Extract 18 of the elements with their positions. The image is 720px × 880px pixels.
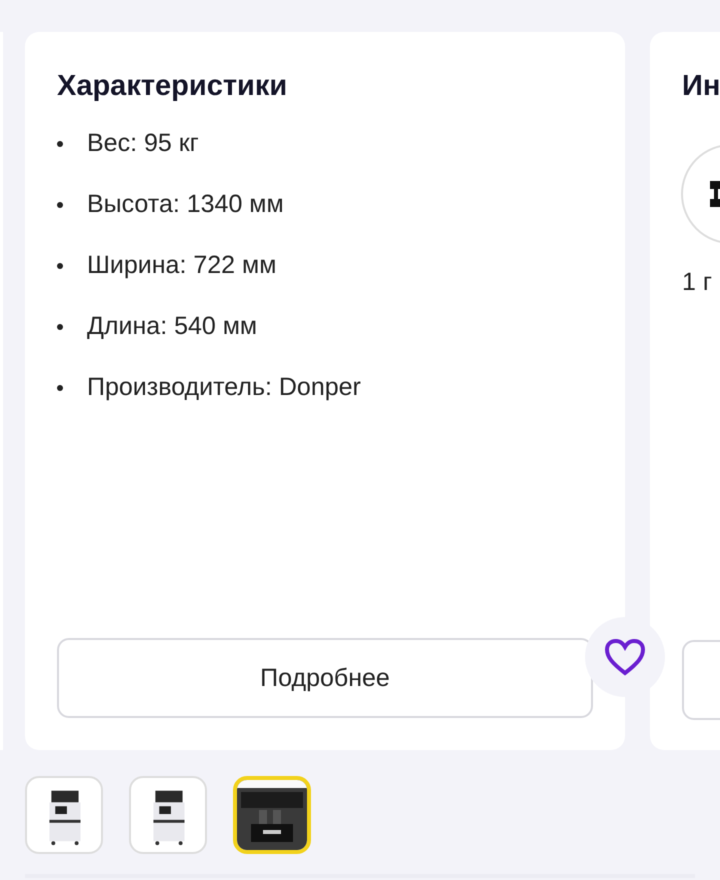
spec-text: Вес: 95 кг xyxy=(87,129,199,158)
bullet-icon xyxy=(57,324,63,330)
spec-text: Высота: 1340 мм xyxy=(87,190,284,219)
spec-text: Производитель: Donper xyxy=(87,373,361,402)
caption-text: 1 г xyxy=(682,268,712,297)
bullet-icon xyxy=(57,384,63,390)
card-title: Ин xyxy=(682,70,720,103)
spec-text: Длина: 540 мм xyxy=(87,312,258,341)
bullet-icon xyxy=(57,262,63,268)
thumbnail[interactable] xyxy=(233,776,311,854)
bullet-icon xyxy=(57,202,63,208)
spec-text: Ширина: 722 мм xyxy=(87,251,276,280)
card-title: Характеристики xyxy=(57,70,288,103)
heart-icon xyxy=(604,638,646,676)
bullet-icon xyxy=(57,140,63,146)
thumbnail[interactable] xyxy=(129,776,207,854)
details-button[interactable]: Подробнее xyxy=(57,638,593,718)
thumbnail[interactable] xyxy=(25,776,103,854)
